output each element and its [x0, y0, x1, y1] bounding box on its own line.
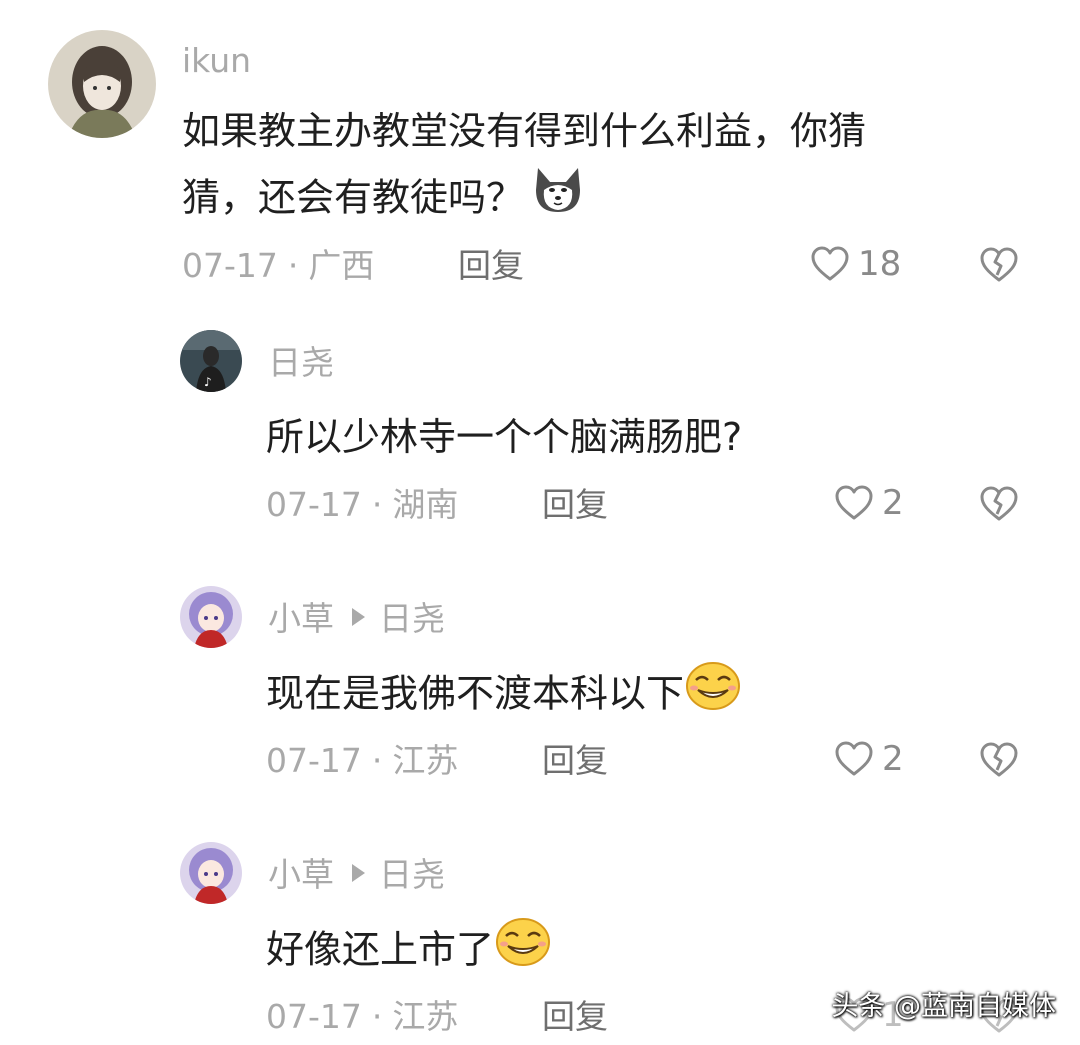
reply-target[interactable]: 日尧 — [379, 599, 445, 638]
meta-separator: · — [371, 485, 383, 524]
avatar[interactable] — [48, 30, 156, 138]
comment-location: 江苏 — [392, 997, 459, 1036]
reply-author[interactable]: 小草 — [268, 855, 334, 894]
comment-text-line: 猜，还会有教徒吗？ — [182, 164, 866, 236]
smirk-laugh-emoji-icon — [684, 660, 742, 732]
comment-date: 07-17 — [182, 246, 278, 285]
comment-text: 现在是我佛不渡本科以下 — [266, 660, 742, 732]
like-count: 2 — [882, 739, 904, 779]
meta-separator: · — [371, 997, 383, 1036]
reply-button[interactable]: 回复 — [542, 488, 608, 521]
watermark: 头条 @蓝南自媒体 — [831, 991, 1056, 1022]
like-button[interactable]: 2 — [834, 740, 904, 778]
avatar[interactable]: ♪ — [180, 330, 242, 392]
comment-text: 所以少林寺一个个脑满肠肥? — [266, 404, 742, 470]
avatar[interactable] — [180, 586, 242, 648]
comment-meta: 07-17 · 广西 — [182, 249, 374, 282]
comment-location: 广西 — [308, 246, 375, 285]
comment-text-line: 好像还上市了 — [266, 916, 552, 988]
comment-text-line: 如果教主办教堂没有得到什么利益，你猜 — [182, 109, 867, 153]
reply-arrow-icon — [352, 608, 365, 626]
heart-icon — [835, 741, 873, 776]
meta-separator: · — [287, 246, 299, 285]
comment-text-line: 现在是我佛不渡本科以下 — [266, 660, 742, 732]
like-button[interactable]: 18 — [810, 245, 901, 283]
comment-date: 07-17 — [266, 485, 362, 524]
comment-location: 江苏 — [392, 741, 459, 780]
comment-meta: 07-17 · 湖南 — [266, 488, 458, 521]
avatar[interactable] — [180, 842, 242, 904]
meta-separator: · — [371, 741, 383, 780]
username[interactable]: 小草 日尧 — [268, 858, 445, 891]
username[interactable]: 小草 日尧 — [268, 602, 445, 635]
reply-target[interactable]: 日尧 — [379, 855, 445, 894]
comment-text: 如果教主办教堂没有得到什么利益，你猜 猜，还会有教徒吗？ — [182, 98, 866, 236]
comment-date: 07-17 — [266, 997, 362, 1036]
username[interactable]: 日尧 — [268, 346, 334, 379]
comment-location: 湖南 — [392, 485, 459, 524]
heart-icon — [811, 246, 849, 281]
broken-heart-icon — [980, 742, 1018, 777]
husky-dog-emoji-icon — [530, 164, 586, 236]
comment-meta: 07-17 · 江苏 — [266, 744, 458, 777]
like-button[interactable]: 2 — [834, 484, 904, 522]
reply-button[interactable]: 回复 — [542, 744, 608, 777]
reply-arrow-icon — [352, 864, 365, 882]
comment-date: 07-17 — [266, 741, 362, 780]
heart-icon — [835, 485, 873, 520]
like-count: 2 — [882, 483, 904, 523]
smirk-laugh-emoji-icon — [494, 916, 552, 988]
reply-author[interactable]: 小草 — [268, 599, 334, 638]
reply-button[interactable]: 回复 — [458, 249, 524, 282]
dislike-button[interactable] — [978, 245, 1020, 289]
reply-button[interactable]: 回复 — [542, 1000, 608, 1033]
username[interactable]: ikun — [182, 44, 251, 77]
comment-text-line: 所以少林寺一个个脑满肠肥? — [266, 415, 743, 459]
dislike-button[interactable] — [978, 484, 1020, 528]
comment-meta: 07-17 · 江苏 — [266, 1000, 458, 1033]
dislike-button[interactable] — [978, 740, 1020, 784]
svg-text:♪: ♪ — [204, 375, 212, 389]
broken-heart-icon — [980, 486, 1018, 521]
broken-heart-icon — [980, 247, 1018, 282]
comment-text: 好像还上市了 — [266, 916, 552, 988]
like-count: 18 — [858, 244, 902, 284]
